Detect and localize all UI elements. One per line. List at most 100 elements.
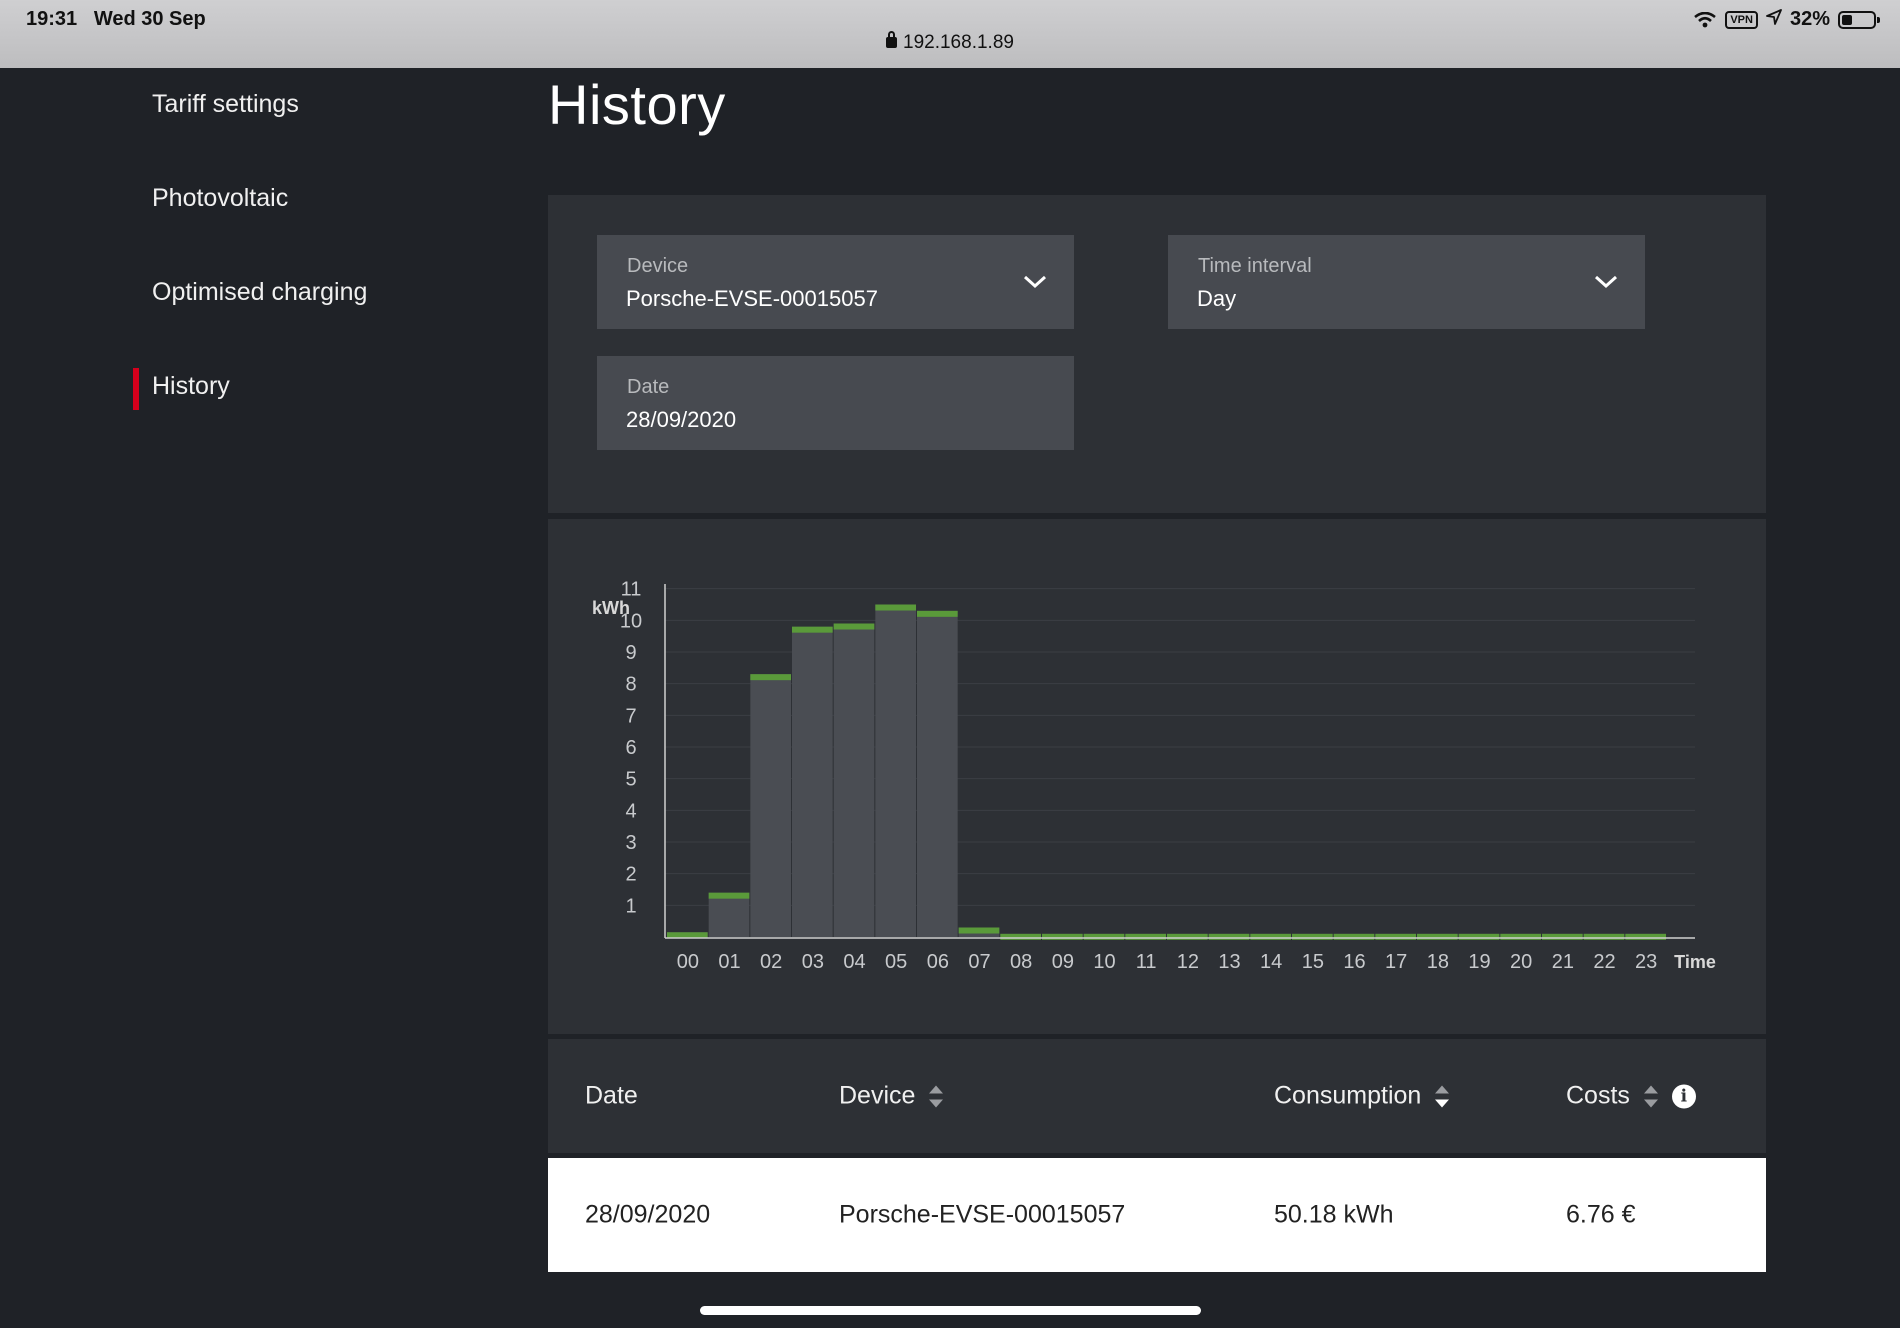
location-icon: [1766, 8, 1782, 31]
chevron-down-icon: [1023, 275, 1047, 289]
column-header-costs-label: Costs: [1566, 1081, 1630, 1110]
time-interval-value: Day: [1197, 286, 1237, 311]
url-text: 192.168.1.89: [903, 32, 1014, 53]
chart-bar-cap: [1417, 933, 1458, 940]
cell-costs: 6.76 €: [1566, 1200, 1636, 1229]
chart-bar-cap: [1125, 933, 1166, 940]
y-tick-label: 6: [625, 737, 636, 759]
chart-bar-cap: [1083, 933, 1125, 940]
chart-bar-cap: [1458, 933, 1500, 940]
date-field[interactable]: Date 28/09/2020: [597, 356, 1074, 450]
x-tick-label: 01: [718, 951, 740, 973]
chart-bar-cap: [1167, 933, 1208, 940]
x-tick-label: 08: [1010, 951, 1032, 973]
column-header-consumption-label: Consumption: [1274, 1081, 1422, 1110]
column-header-consumption[interactable]: Consumption: [1274, 1081, 1450, 1111]
consumption-chart: 1234567891011kWh00 01 02 03 04 05 06 07 08 09 10 11…: [592, 579, 1716, 973]
x-tick-label: 14: [1260, 951, 1282, 973]
x-tick-label: 21: [1552, 951, 1574, 973]
column-header-device[interactable]: Device: [839, 1081, 944, 1111]
x-tick-label: 13: [1218, 951, 1240, 973]
column-header-costs[interactable]: Costs i: [1566, 1082, 1696, 1111]
sort-icon[interactable]: [929, 1084, 944, 1108]
chart-bar: [792, 626, 833, 937]
y-tick-label: 2: [625, 864, 636, 886]
info-icon[interactable]: i: [1671, 1084, 1696, 1108]
y-tick-label: 5: [625, 769, 636, 791]
x-tick-label: 05: [885, 951, 907, 973]
chart-bar-cap: [1583, 933, 1625, 940]
column-header-device-label: Device: [839, 1081, 916, 1110]
y-tick-label: 8: [625, 674, 636, 696]
x-tick-label: 12: [1177, 951, 1199, 973]
consumption-chart-panel: 1 2 3 4 5 6 7 8 9 10 11 kWh 00 01 02 03 04 05 06 07 08 09 10 11…: [548, 519, 1766, 1034]
device-select-value: Porsche-EVSE-00015057: [626, 286, 878, 311]
chart-bar: [750, 674, 791, 937]
chart-bar-cap: [917, 610, 958, 617]
chart-bar: [875, 604, 916, 937]
x-tick-label: 19: [1468, 951, 1490, 973]
chart-bar-cap: [1250, 933, 1291, 940]
address-bar[interactable]: 192.168.1.89: [0, 31, 1900, 54]
date-field-label: Date: [627, 376, 670, 398]
vpn-icon: VPN: [1725, 10, 1758, 29]
date-field-value: 28/09/2020: [626, 407, 737, 432]
status-time: 19:31: [26, 8, 78, 30]
sidebar-item-history[interactable]: History: [133, 368, 230, 410]
status-bar: 19:31 Wed 30 Sep 192.168.1.89 VPN 32%: [0, 0, 1900, 68]
x-tick-label: 15: [1302, 951, 1324, 973]
status-indicators: VPN 32%: [1693, 8, 1880, 31]
cell-date: 28/09/2020: [585, 1200, 711, 1229]
chart-bar-cap: [750, 674, 791, 681]
x-tick-label: 10: [1093, 951, 1115, 973]
column-header-date-label: Date: [585, 1081, 638, 1110]
device-select[interactable]: Device Porsche-EVSE-00015057: [597, 235, 1074, 329]
page-title: History: [548, 73, 726, 136]
x-tick-label: 16: [1343, 951, 1365, 973]
sort-icon[interactable]: [1643, 1084, 1658, 1108]
chart-bar: [833, 623, 875, 937]
chart-bar-cap: [833, 623, 875, 630]
y-tick-label: 9: [625, 642, 636, 664]
battery-percent: 32%: [1789, 8, 1830, 30]
x-tick-label: 06: [927, 951, 949, 973]
device-select-label: Device: [627, 255, 689, 277]
chart-bar-cap: [1333, 933, 1375, 940]
sort-icon[interactable]: [1435, 1084, 1450, 1108]
x-tick-label: 23: [1635, 951, 1657, 973]
x-tick-label: 03: [802, 951, 824, 973]
battery-fill: [1842, 14, 1852, 25]
chart-bar-cap: [875, 604, 916, 611]
home-indicator[interactable]: [700, 1306, 1201, 1315]
time-interval-select[interactable]: Time interval Day: [1168, 235, 1645, 329]
x-tick-label: 07: [968, 951, 990, 973]
status-date: Wed 30 Sep: [93, 8, 206, 30]
x-tick-label: 22: [1593, 951, 1615, 973]
chart-bar-cap: [1542, 933, 1583, 940]
time-interval-label: Time interval: [1198, 255, 1312, 277]
chart-bar-cap: [708, 892, 750, 899]
sidebar-item-tariff-settings[interactable]: Tariff settings: [152, 90, 299, 119]
chart-bar-cap: [1500, 933, 1541, 940]
x-tick-label: 02: [760, 951, 782, 973]
column-header-date: Date: [585, 1082, 638, 1111]
x-tick-label: 20: [1510, 951, 1532, 973]
filter-panel: Device Porsche-EVSE-00015057 Time interv…: [548, 195, 1766, 513]
table-row[interactable]: 28/09/2020 Porsche-EVSE-00015057 50.18 k…: [548, 1158, 1766, 1272]
sidebar-item-optimised-charging[interactable]: Optimised charging: [152, 278, 367, 307]
x-tick-label: 00: [677, 951, 699, 973]
chart-bar: [708, 892, 750, 937]
x-tick-label: 09: [1052, 951, 1074, 973]
x-tick-label: 11: [1136, 951, 1157, 973]
lock-icon: [886, 31, 898, 48]
chart-bar-cap: [1000, 933, 1041, 940]
chart-bar-cap: [1292, 933, 1333, 940]
y-tick-label: 3: [625, 832, 636, 854]
chevron-down-icon: [1594, 275, 1618, 289]
x-tick-label: 18: [1427, 951, 1449, 973]
x-axis-label: Time: [1674, 952, 1716, 972]
chart-bar-cap: [1625, 933, 1666, 940]
sidebar-item-photovoltaic[interactable]: Photovoltaic: [152, 184, 288, 213]
y-axis-label: kWh: [592, 598, 630, 618]
table-header: Date Device Consumption Costs i: [548, 1039, 1766, 1153]
